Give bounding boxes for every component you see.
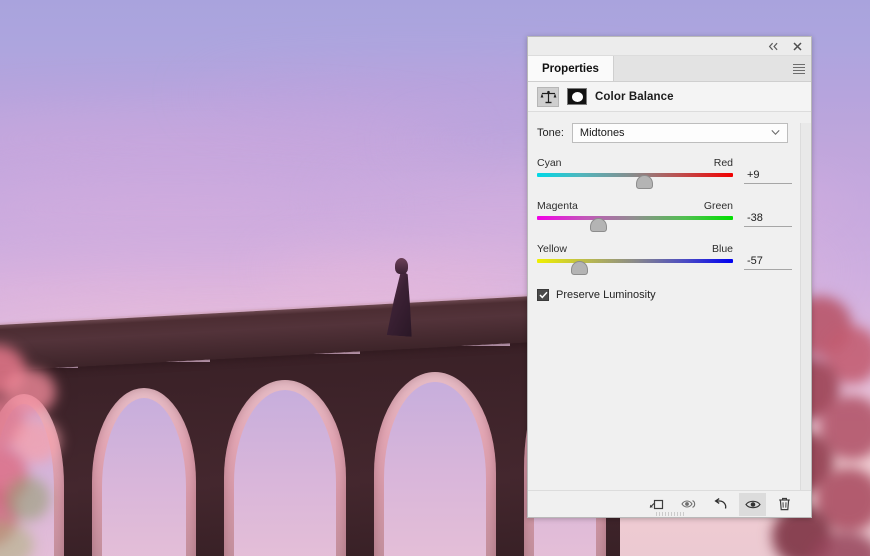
panel-menu-hamburger-icon[interactable] [787, 56, 811, 81]
resize-grip[interactable] [655, 512, 684, 516]
slider-magenta-green: Magenta Green -38 [537, 200, 796, 233]
slider-cyan-red-labels: Cyan Red [537, 157, 733, 169]
slider-magenta-green-left-label: Magenta [537, 200, 578, 212]
slider-yellow-blue-track-wrap[interactable] [537, 259, 733, 276]
slider-magenta-green-value[interactable]: -38 [744, 212, 792, 227]
preserve-luminosity-row[interactable]: Preserve Luminosity [537, 289, 796, 301]
slider-yellow-blue-left-label: Yellow [537, 243, 567, 255]
slider-yellow-blue-right-label: Blue [711, 243, 733, 255]
tab-properties-label: Properties [542, 62, 599, 75]
tone-row: Tone: Midtones [537, 123, 796, 143]
slider-magenta-green-track-wrap[interactable] [537, 216, 733, 233]
close-icon[interactable] [791, 40, 804, 53]
slider-yellow-blue-main: Yellow Blue [537, 243, 733, 276]
preserve-luminosity-label: Preserve Luminosity [556, 289, 656, 301]
slider-yellow-blue-value[interactable]: -57 [744, 255, 792, 270]
collapse-double-left-icon[interactable] [767, 40, 780, 53]
slider-cyan-red-thumb[interactable] [635, 175, 653, 189]
tone-label: Tone: [537, 127, 564, 139]
tone-select[interactable]: Midtones [571, 123, 788, 143]
slider-cyan-red-right-label: Red [713, 157, 733, 169]
color-balance-scale-icon[interactable] [537, 86, 559, 107]
slider-cyan-red-left-label: Cyan [537, 157, 562, 169]
cloud-band [0, 183, 375, 234]
adjustment-title: Color Balance [595, 90, 674, 103]
slider-cyan-red-value[interactable]: +9 [744, 169, 792, 184]
slider-magenta-green-track [537, 216, 733, 220]
panel-body-inner: Tone: Midtones Cyan Red +9 Magenta Green… [528, 123, 800, 490]
slider-magenta-green-right-label: Green [703, 200, 733, 212]
hamburger-lines [793, 62, 805, 76]
reset-adjustment-icon[interactable] [707, 493, 734, 516]
slider-cyan-red-track [537, 173, 733, 177]
photoshop-canvas-background: Properties Color Balance Tone: Midtones … [0, 0, 870, 556]
preserve-luminosity-checkbox[interactable] [537, 289, 549, 301]
slider-yellow-blue-labels: Yellow Blue [537, 243, 733, 255]
panel-titlebar [528, 37, 811, 56]
figure-cloak [386, 269, 417, 337]
properties-panel: Properties Color Balance Tone: Midtones … [527, 36, 812, 518]
cloaked-figure [388, 258, 414, 336]
slider-cyan-red-main: Cyan Red [537, 157, 733, 190]
chevron-down-icon [771, 126, 780, 138]
panel-tab-row: Properties [528, 56, 811, 82]
layer-mask-thumbnail-icon[interactable] [567, 88, 587, 105]
bridge-arch [210, 354, 360, 556]
panel-body: Tone: Midtones Cyan Red +9 Magenta Green… [528, 112, 811, 490]
tone-select-value: Midtones [579, 127, 625, 139]
tab-properties[interactable]: Properties [528, 56, 614, 81]
tab-row-filler [613, 56, 787, 81]
slider-magenta-green-thumb[interactable] [589, 218, 607, 232]
slider-cyan-red-track-wrap[interactable] [537, 173, 733, 190]
delete-adjustment-layer-icon[interactable] [771, 493, 798, 516]
slider-yellow-blue-track [537, 259, 733, 263]
bridge-arch [360, 346, 510, 556]
slider-magenta-green-labels: Magenta Green [537, 200, 733, 212]
slider-magenta-green-main: Magenta Green [537, 200, 733, 233]
toggle-layer-visibility-icon[interactable] [739, 492, 766, 516]
slider-yellow-blue: Yellow Blue -57 [537, 243, 796, 276]
slider-yellow-blue-thumb[interactable] [571, 261, 589, 275]
panel-scroll-rail[interactable] [800, 123, 811, 490]
figure-hood [395, 258, 408, 274]
adjustment-header: Color Balance [528, 82, 811, 112]
slider-cyan-red: Cyan Red +9 [537, 157, 796, 190]
